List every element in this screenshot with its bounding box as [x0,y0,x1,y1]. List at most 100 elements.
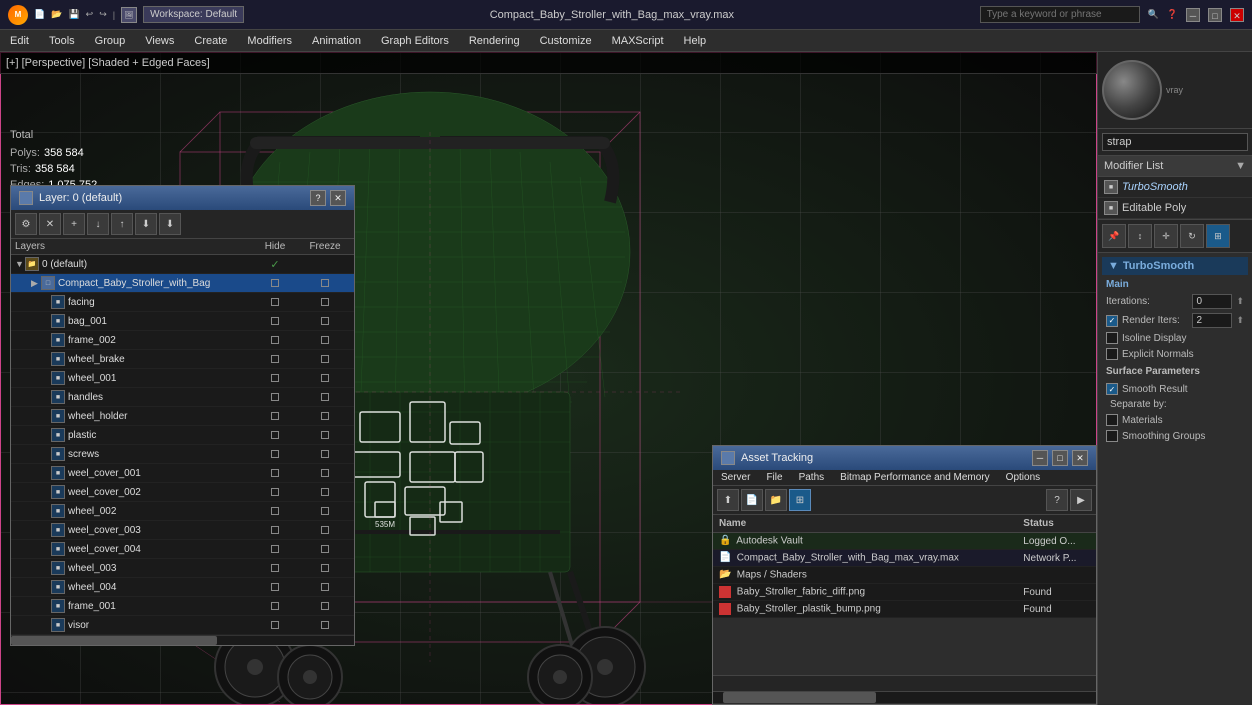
close-btn[interactable]: ✕ [1230,8,1244,22]
render-iters-spinner[interactable]: ⬆ [1236,315,1244,326]
layer-item-wheel003[interactable]: ■ wheel_003 [11,559,354,578]
menu-create[interactable]: Create [184,30,237,51]
layer-dialog-close[interactable]: ✕ [330,190,346,206]
asset-dialog-minimize[interactable]: ─ [1032,450,1048,466]
layer-item-compact[interactable]: ▶ □ Compact_Baby_Stroller_with_Bag [11,274,354,293]
isoline-checkbox[interactable] [1106,332,1118,344]
menu-group[interactable]: Group [85,30,136,51]
rp-rotate-btn[interactable]: ↻ [1180,224,1204,248]
asset-menu-paths[interactable]: Paths [791,470,833,485]
quick-access-save[interactable]: 💾 [68,9,79,20]
layer-item-frame001[interactable]: ■ frame_001 [11,597,354,616]
layer-check-wheel004 [250,583,300,591]
rp-move-btn[interactable]: ✛ [1154,224,1178,248]
layer-mesh-icon-wheel003: ■ [51,561,65,575]
layer-scrollbar-h[interactable] [11,635,354,645]
asset-menu-server[interactable]: Server [713,470,758,485]
rp-pin-btn[interactable]: 📌 [1102,224,1126,248]
asset-menu-options[interactable]: Options [998,470,1048,485]
asset-row-maps[interactable]: 📂 Maps / Shaders [713,567,1096,584]
layer-item-weelcover002[interactable]: ■ weel_cover_002 [11,483,354,502]
iterations-spinner[interactable]: ⬆ [1236,296,1244,307]
render-iters-input[interactable] [1192,313,1232,328]
help-icon[interactable]: ❓ [1167,9,1178,20]
layer-item-weelcover003[interactable]: ■ weel_cover_003 [11,521,354,540]
layer-item-handles[interactable]: ■ handles [11,388,354,407]
asset-tool-btn-1[interactable]: 📄 [741,489,763,511]
smoothing-checkbox[interactable] [1106,430,1118,442]
layer-toolbar-btn-2[interactable]: + [63,213,85,235]
layer-item-wheel002[interactable]: ■ wheel_002 [11,502,354,521]
iterations-input[interactable] [1192,294,1232,309]
turbossmooth-section-header[interactable]: ▼ TurboSmooth [1102,257,1248,275]
asset-row-fabric[interactable]: Baby_Stroller_fabric_diff.png Found [713,584,1096,601]
layer-item-facing[interactable]: ■ facing [11,293,354,312]
layer-item-weelcover001[interactable]: ■ weel_cover_001 [11,464,354,483]
search-icon[interactable]: 🔍 [1148,9,1159,20]
layer-name-weelcover003: weel_cover_003 [68,525,250,536]
layer-toolbar-btn-5[interactable]: ⬇ [135,213,157,235]
redo-btn[interactable]: ↪ [99,9,107,20]
layer-toolbar-btn-6[interactable]: ⬇ [159,213,181,235]
search-input[interactable] [980,6,1140,23]
asset-menu-bitmap[interactable]: Bitmap Performance and Memory [832,470,998,485]
modifier-turbossmooth[interactable]: ■ TurboSmooth [1098,177,1252,198]
undo-btn[interactable]: ↩ [86,9,94,20]
menu-modifiers[interactable]: Modifiers [237,30,302,51]
layer-dialog-help[interactable]: ? [310,190,326,206]
minimize-btn[interactable]: ─ [1186,8,1200,22]
render-iters-checkbox[interactable] [1106,315,1118,327]
explicit-checkbox[interactable] [1106,348,1118,360]
menu-edit[interactable]: Edit [0,30,39,51]
asset-tool-help[interactable]: ? [1046,489,1068,511]
modifier-editable-poly[interactable]: ■ Editable Poly [1098,198,1252,219]
materials-checkbox[interactable] [1106,414,1118,426]
rp-scale-btn[interactable]: ⊞ [1206,224,1230,248]
menu-views[interactable]: Views [135,30,184,51]
rp-select-btn[interactable]: ↕ [1128,224,1152,248]
layer-item-wheel001[interactable]: ■ wheel_001 [11,369,354,388]
layer-item-weelcover004[interactable]: ■ weel_cover_004 [11,540,354,559]
asset-dialog-close[interactable]: ✕ [1072,450,1088,466]
asset-tool-btn-3[interactable]: ⊞ [789,489,811,511]
layer-item-bag001[interactable]: ■ bag_001 [11,312,354,331]
menu-maxscript[interactable]: MAXScript [602,30,674,51]
asset-row-plastik[interactable]: Baby_Stroller_plastik_bump.png Found [713,601,1096,618]
layer-item-frame002[interactable]: ■ frame_002 [11,331,354,350]
layer-name-bag001: bag_001 [68,316,250,327]
iterations-row: Iterations: ⬆ [1102,292,1248,311]
asset-menu-file[interactable]: File [758,470,790,485]
layer-toolbar-btn-1[interactable]: ✕ [39,213,61,235]
workspace-selector[interactable]: Workspace: Default [143,6,244,23]
asset-dialog-maximize[interactable]: □ [1052,450,1068,466]
layer-toolbar-btn-3[interactable]: ↓ [87,213,109,235]
menu-rendering[interactable]: Rendering [459,30,530,51]
menu-animation[interactable]: Animation [302,30,371,51]
asset-tool-btn-2[interactable]: 📁 [765,489,787,511]
smooth-result-checkbox[interactable] [1106,383,1118,395]
layer-toolbar-btn-0[interactable]: ⚙ [15,213,37,235]
menu-customize[interactable]: Customize [530,30,602,51]
layer-item-wheelbrake[interactable]: ■ wheel_brake [11,350,354,369]
asset-scrollbar-h[interactable] [713,691,1096,703]
quick-access-open[interactable]: 📂 [51,9,62,20]
menu-tools[interactable]: Tools [39,30,85,51]
quick-access-new[interactable]: 📄 [34,9,45,20]
asset-tool-more[interactable]: ▶ [1070,489,1092,511]
layer-item-visor[interactable]: ■ visor [11,616,354,635]
asset-tool-btn-0[interactable]: ⬆ [717,489,739,511]
modifier-list-dropdown[interactable]: ▼ [1235,160,1246,172]
layer-item-plastic[interactable]: ■ plastic [11,426,354,445]
menu-graph-editors[interactable]: Graph Editors [371,30,459,51]
layer-dialog-title-left: Layer: 0 (default) [19,191,122,205]
layer-item-0-default[interactable]: ▼ 📁 0 (default) ✓ [11,255,354,274]
asset-row-vault[interactable]: 🔒 Autodesk Vault Logged O... [713,533,1096,550]
modifier-search-input[interactable] [1102,133,1248,151]
layer-item-wheelholder[interactable]: ■ wheel_holder [11,407,354,426]
layer-item-wheel004[interactable]: ■ wheel_004 [11,578,354,597]
maximize-btn[interactable]: □ [1208,8,1222,22]
layer-item-screws[interactable]: ■ screws [11,445,354,464]
menu-help[interactable]: Help [674,30,717,51]
asset-row-max[interactable]: 📄 Compact_Baby_Stroller_with_Bag_max_vra… [713,550,1096,567]
layer-toolbar-btn-4[interactable]: ↑ [111,213,133,235]
